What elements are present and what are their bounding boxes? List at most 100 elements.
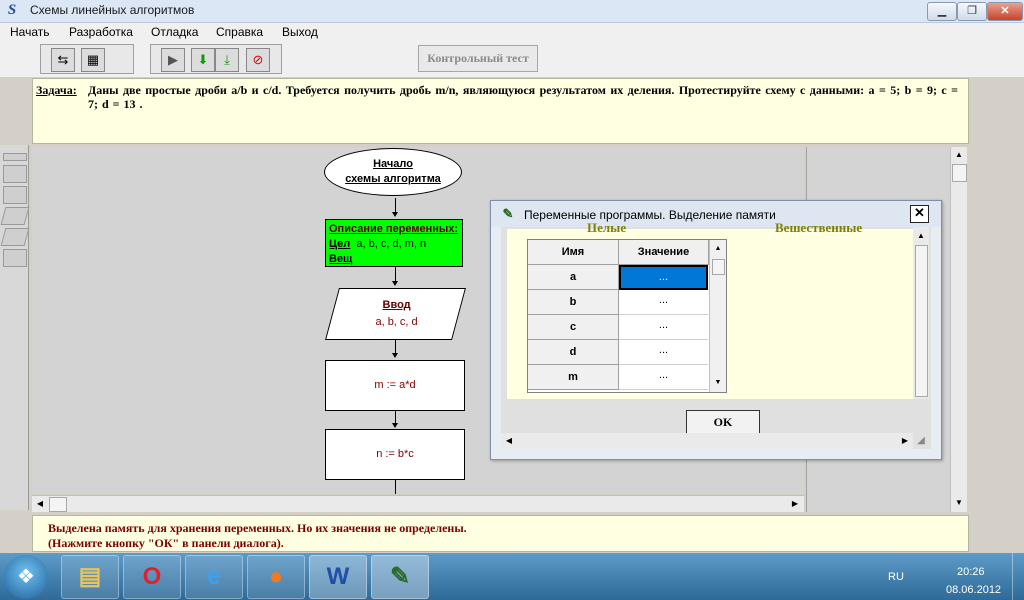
close-icon: ✕ <box>914 205 925 220</box>
menu-help[interactable]: Справка <box>216 25 263 39</box>
int-section-header: Целые <box>587 220 627 232</box>
connector <box>395 479 396 494</box>
var-value[interactable]: ... <box>619 340 708 365</box>
status-line-2: (Нажмите кнопку "ОК" в панели диалога). <box>48 536 284 550</box>
var-value-selected[interactable]: ... <box>619 265 708 290</box>
close-button[interactable]: ✕ <box>987 2 1023 21</box>
var-name: b <box>528 290 619 315</box>
horizontal-scrollbar[interactable]: ◀ ▶ <box>32 495 804 512</box>
clock-date[interactable]: 08.06.2012 <box>946 584 1001 596</box>
control-test-button[interactable]: Контрольный тест <box>418 45 538 72</box>
step-down-button[interactable]: ⬇ <box>191 48 215 72</box>
palette-io-icon[interactable] <box>0 207 30 225</box>
show-desktop-button[interactable] <box>1012 553 1024 600</box>
scroll-thumb[interactable] <box>49 497 67 512</box>
table-row[interactable]: m ... <box>528 365 709 390</box>
scroll-left-icon[interactable]: ◀ <box>502 434 516 448</box>
resize-grip-icon[interactable]: ◢ <box>913 433 929 449</box>
flow-assign-n[interactable]: n := b*c <box>325 429 465 480</box>
menu-development[interactable]: Разработка <box>69 25 133 39</box>
firefox-icon: ● <box>268 563 284 590</box>
flow-declare[interactable]: Описание переменных: Цел a, b, c, d, m, … <box>325 219 463 267</box>
table-row[interactable]: b ... <box>528 290 709 315</box>
var-value[interactable]: ... <box>619 290 708 315</box>
dialog-close-button[interactable]: ✕ <box>910 205 929 223</box>
ok-button[interactable]: OK <box>686 410 760 434</box>
palette-block-icon[interactable] <box>3 249 27 267</box>
taskbar-ie[interactable]: e <box>185 555 243 599</box>
table-scrollbar[interactable]: ▲ ▼ <box>709 240 726 392</box>
toolbar-group-run: ▶ ⬇ ⤓ ⊘ <box>150 44 282 74</box>
flow-input-content: Ввод a, b, c, d <box>334 289 459 331</box>
dialog-body: Целые Вещественные Имя Значение a ... b … <box>501 220 931 449</box>
dialog-hscrollbar[interactable]: ◀ ▶ <box>501 433 913 449</box>
declare-real-label: Вещ <box>329 253 353 265</box>
memory-dialog: ✎ Переменные программы. Выделение памяти… <box>490 200 942 460</box>
palette-handle-icon[interactable] <box>3 153 27 161</box>
col-header-name: Имя <box>528 240 619 265</box>
menu-exit[interactable]: Выход <box>282 25 318 39</box>
task-text: Даны две простые дроби a/b и c/d. Требуе… <box>88 83 958 111</box>
menu-start[interactable]: Начать <box>10 25 50 39</box>
play-button[interactable]: ▶ <box>161 48 185 72</box>
vertical-scrollbar[interactable]: ▲ ▼ <box>950 147 967 512</box>
shape-palette <box>0 145 30 510</box>
flow-start-line1: Начало <box>373 158 413 170</box>
scroll-right-icon[interactable]: ▶ <box>788 497 802 511</box>
var-name: a <box>528 265 619 290</box>
taskbar-explorer[interactable]: ▤ <box>61 555 119 599</box>
arrow-icon <box>392 423 398 428</box>
align-icon: ⇆ <box>57 52 69 67</box>
toolbar-group-edit: ⇆ ▦ <box>40 44 134 74</box>
step-into-button[interactable]: ⤓ <box>215 48 239 72</box>
settings-button[interactable]: ▦ <box>81 48 105 72</box>
flow-input[interactable]: Ввод a, b, c, d <box>325 288 466 340</box>
scroll-thumb[interactable] <box>952 164 967 182</box>
dialog-titlebar[interactable]: ✎ Переменные программы. Выделение памяти… <box>491 201 941 227</box>
minimize-button[interactable]: ▁ <box>927 2 957 21</box>
window-title: Схемы линейных алгоритмов <box>30 3 195 17</box>
table-row[interactable]: d ... <box>528 340 709 365</box>
var-name: d <box>528 340 619 365</box>
status-panel: Выделена память для хранения переменных.… <box>32 515 969 552</box>
start-button[interactable]: ❖ <box>4 555 48 599</box>
scroll-down-icon[interactable]: ▼ <box>952 496 966 510</box>
arrow-icon <box>392 281 398 286</box>
flow-input-title: Ввод <box>382 299 411 311</box>
restore-button[interactable]: ❐ <box>957 2 987 21</box>
clock-time[interactable]: 20:26 <box>957 566 985 578</box>
scroll-up-icon[interactable]: ▲ <box>711 242 725 256</box>
taskbar-algo-app[interactable]: ✎ <box>371 555 429 599</box>
language-indicator[interactable]: RU <box>888 571 904 583</box>
taskbar-firefox[interactable]: ● <box>247 555 305 599</box>
var-value[interactable]: ... <box>619 365 708 390</box>
scroll-up-icon[interactable]: ▲ <box>952 148 966 162</box>
col-header-value: Значение <box>619 240 709 265</box>
scroll-thumb[interactable] <box>915 245 928 397</box>
taskbar-word[interactable]: W <box>309 555 367 599</box>
windows-logo-icon: ❖ <box>17 566 35 588</box>
stop-button[interactable]: ⊘ <box>246 48 270 72</box>
scroll-down-icon[interactable]: ▼ <box>711 376 725 390</box>
palette-terminal-icon[interactable] <box>3 165 27 183</box>
taskbar-opera[interactable]: O <box>123 555 181 599</box>
table-row[interactable]: a ... <box>528 265 709 290</box>
menu-debug[interactable]: Отладка <box>151 25 198 39</box>
table-row[interactable]: c ... <box>528 315 709 340</box>
var-value[interactable]: ... <box>619 315 708 340</box>
menu-bar: Начать Разработка Отладка Справка Выход <box>0 23 1024 41</box>
flow-start[interactable]: Начало схемы алгоритма <box>324 148 462 196</box>
scroll-up-icon[interactable]: ▲ <box>914 229 928 243</box>
flow-assign-m[interactable]: m := a*d <box>325 360 465 411</box>
scroll-thumb[interactable] <box>712 259 725 275</box>
taskbar: ❖ ▤ O e ● W ✎ RU 20:26 08.06.2012 <box>0 553 1024 600</box>
word-icon: W <box>326 563 350 590</box>
dialog-vscrollbar[interactable]: ▲ <box>913 227 929 399</box>
palette-process-icon[interactable] <box>3 186 27 204</box>
window-titlebar: S Схемы линейных алгоритмов ▁ ❐ ✕ <box>0 0 1024 23</box>
scroll-right-icon[interactable]: ▶ <box>898 434 912 448</box>
scroll-left-icon[interactable]: ◀ <box>33 497 47 511</box>
align-button[interactable]: ⇆ <box>51 48 75 72</box>
palette-io2-icon[interactable] <box>0 228 30 246</box>
arrow-icon <box>392 212 398 217</box>
